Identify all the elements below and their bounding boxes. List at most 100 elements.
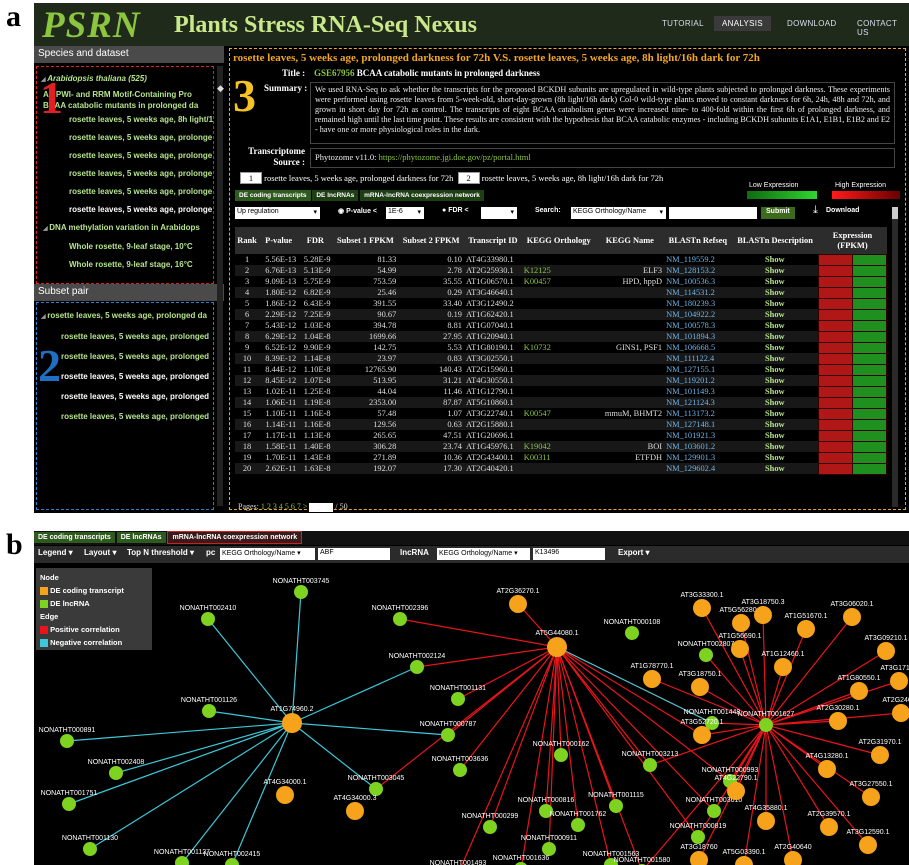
lncrna-field-select[interactable]: KEGG Orthology/Name ▾: [437, 548, 530, 560]
column-header[interactable]: KEGG Orthology: [521, 227, 596, 254]
lncrna-search-input[interactable]: K13496: [533, 548, 605, 560]
gse-link[interactable]: GSE67956: [314, 68, 355, 78]
show-button[interactable]: Show: [731, 265, 819, 276]
show-button[interactable]: Show: [731, 397, 819, 408]
tree-item[interactable]: Whole rosette, 9-leaf stage, 16°C: [37, 256, 213, 274]
table-row[interactable]: 7 5.43E-12 1.03E-8 394.78 8.81 AT1G07040.1 NM_…: [235, 319, 887, 332]
nav-download[interactable]: DOWNLOAD: [787, 19, 837, 28]
fdr-select[interactable]: ▾: [481, 207, 517, 219]
left-scrollbar[interactable]: [217, 66, 223, 506]
subset-item[interactable]: rosette leaves, 5 weeks age, prolonged: [37, 407, 213, 427]
table-row[interactable]: 9 6.52E-12 9.90E-9 142.75 5.53 AT1G80190.1 K10…: [235, 341, 887, 354]
table-row[interactable]: 15 1.10E-11 1.16E-8 57.48 1.07 AT3G22740.1 K00…: [235, 407, 887, 420]
show-button[interactable]: Show: [731, 419, 819, 430]
table-row[interactable]: 4 1.80E-12 6.82E-9 25.46 0.29 AT3G46640.1 NM_1…: [235, 286, 887, 299]
download-button[interactable]: Download: [826, 207, 859, 214]
pvalue-select[interactable]: 1E-6 ▾: [386, 207, 424, 219]
column-header[interactable]: FDR: [298, 227, 333, 254]
table-row[interactable]: 13 1.02E-11 1.25E-8 44.04 11.46 AT1G12790.1 NM…: [235, 385, 887, 398]
table-row[interactable]: 14 1.06E-11 1.19E-8 2353.00 87.87 AT5G10860.1…: [235, 396, 887, 409]
pvalue-filter[interactable]: ◉ P-value <: [338, 207, 377, 215]
tree-item[interactable]: ◢ Arabidopsis thaliana (525): [37, 70, 213, 89]
subset-item[interactable]: rosette leaves, 5 weeks age, prolonged: [37, 387, 213, 407]
tree-item[interactable]: rosette leaves, 5 weeks age, 8h light/1: [37, 111, 213, 129]
table-row[interactable]: 11 8.44E-12 1.10E-8 12765.90 140.43 AT2G15960…: [235, 363, 887, 376]
show-button[interactable]: Show: [731, 375, 819, 386]
column-header[interactable]: BLASTn Description: [731, 227, 819, 254]
tab-network[interactable]: mRNA-lncRNA coexpression network: [360, 190, 484, 201]
fdr-filter[interactable]: ● FDR <: [442, 207, 469, 214]
column-header[interactable]: Expression (FPKM): [818, 227, 887, 254]
column-header[interactable]: Rank: [235, 227, 260, 254]
export-menu[interactable]: Export ▾: [618, 548, 650, 557]
tree-item[interactable]: rosette leaves, 5 weeks age, prolonge: [37, 183, 213, 201]
tree-item[interactable]: Whole rosette, 9-leaf stage, 10°C: [37, 238, 213, 256]
show-button[interactable]: Show: [732, 430, 819, 441]
pc-search-input[interactable]: ABF: [318, 548, 390, 560]
phytozome-link[interactable]: https://phytozome.jgi.doe.gov/pz/portal.…: [379, 152, 531, 162]
column-header[interactable]: Subset 1 FPKM: [332, 227, 399, 254]
tab-de-coding[interactable]: DE coding transcripts: [235, 190, 311, 201]
tree-item[interactable]: ◢ DNA methylation variation in Arabidops: [37, 219, 213, 238]
table-row[interactable]: 1 5.56E-13 5.28E-9 81.33 0.10 AT4G33980.1 NM_1…: [235, 253, 887, 266]
show-button[interactable]: Show: [731, 309, 819, 320]
show-button[interactable]: Show: [732, 276, 819, 287]
tree-item[interactable]: rosette leaves, 5 weeks age, prolonge: [37, 201, 213, 219]
layout-menu[interactable]: Layout ▾: [84, 548, 116, 557]
submit-button[interactable]: Submit: [761, 207, 795, 219]
net-tab-de-lncrnas[interactable]: DE lncRNAs: [116, 532, 166, 543]
column-header[interactable]: P-value: [259, 227, 299, 254]
subset-item[interactable]: rosette leaves, 5 weeks age, prolonged: [37, 327, 213, 347]
column-header[interactable]: KEGG Name: [595, 227, 665, 254]
tree-item[interactable]: BCAA catabolic mutants in prolonged da: [37, 100, 213, 111]
table-row[interactable]: 19 1.70E-11 1.43E-8 271.89 10.36 AT2G43400.1 K…: [235, 451, 887, 464]
tree-item[interactable]: rosette leaves, 5 weeks age, prolonge: [37, 147, 213, 165]
tree-item[interactable]: rosette leaves, 5 weeks age, prolonge: [37, 129, 213, 147]
table-row[interactable]: 6 2.29E-12 7.25E-9 90.67 0.19 AT1G62420.1 NM_1…: [235, 308, 887, 321]
tree-item[interactable]: An PWI- and RRM Motif-Containing Pro: [37, 89, 213, 100]
tab-de-lncrnas[interactable]: DE lncRNAs: [312, 190, 359, 201]
show-button[interactable]: Show: [732, 452, 819, 463]
table-row[interactable]: 10 8.39E-12 1.14E-8 23.97 0.83 AT3G02550.1 NM_…: [235, 352, 887, 365]
network-graph[interactable]: NONATHT003745 NONATHT002410 NONATHT002396 N…: [34, 563, 909, 865]
show-button[interactable]: Show: [731, 441, 819, 452]
subset-item[interactable]: rosette leaves, 5 weeks age, prolonged: [37, 347, 213, 367]
show-button[interactable]: Show: [732, 342, 819, 353]
download-icon[interactable]: ⤓: [813, 204, 818, 217]
show-button[interactable]: Show: [731, 287, 819, 298]
table-row[interactable]: 16 1.14E-11 1.16E-8 129.56 0.63 AT2G15880.1 NM…: [235, 418, 887, 431]
tree-item[interactable]: rosette leaves, 5 weeks age, prolonge: [37, 165, 213, 183]
table-row[interactable]: 3 9.09E-13 5.75E-9 753.59 35.55 AT1G06570.1 K0…: [235, 275, 887, 288]
table-row[interactable]: 18 1.58E-11 1.40E-8 306.28 23.74 AT1G45976.1 K…: [235, 440, 887, 453]
show-button[interactable]: Show: [732, 320, 819, 331]
subset2-number[interactable]: 2: [457, 172, 480, 184]
column-header[interactable]: BLASTn Refseq: [664, 227, 732, 254]
legend-menu[interactable]: Legend ▾: [38, 548, 73, 557]
net-tab-network[interactable]: mRNA-lncRNA coexpression network: [167, 531, 303, 544]
show-button[interactable]: Show: [732, 298, 819, 309]
show-button[interactable]: Show: [731, 353, 819, 364]
collapse-arrow-icon[interactable]: ◆: [217, 84, 224, 94]
show-button[interactable]: Show: [732, 254, 819, 265]
table-row[interactable]: 12 8.45E-12 1.07E-8 513.95 31.21 AT4G30550.1 N…: [235, 374, 887, 387]
table-row[interactable]: 8 6.29E-12 1.04E-8 1699.66 27.95 AT1G20940.1 N…: [235, 330, 887, 343]
logo[interactable]: PSRN: [42, 4, 141, 47]
column-header[interactable]: Transcript ID: [463, 227, 522, 254]
show-button[interactable]: Show: [731, 331, 819, 342]
pc-field-select[interactable]: KEGG Orthology/Name ▾: [220, 548, 315, 560]
page-input[interactable]: [309, 502, 334, 512]
table-row[interactable]: 5 1.86E-12 6.43E-9 391.55 33.40 AT3G12490.2 NM…: [235, 297, 887, 310]
regulation-select[interactable]: Up regulation ▾: [235, 207, 320, 219]
search-input[interactable]: [669, 207, 757, 219]
subset-item[interactable]: rosette leaves, 5 weeks age, prolonged: [37, 367, 213, 387]
show-button[interactable]: Show: [732, 408, 819, 419]
topn-menu[interactable]: Top N threshold ▾: [127, 548, 194, 557]
search-field-select[interactable]: KEGG Orthology/Name ▾: [571, 207, 666, 219]
nav-contact-us[interactable]: CONTACT US: [857, 19, 909, 37]
table-row[interactable]: 2 6.76E-13 5.13E-9 54.99 2.78 AT2G25930.1 K121…: [235, 264, 887, 277]
net-tab-de-coding[interactable]: DE coding transcripts: [34, 532, 115, 543]
column-header[interactable]: Subset 2 FPKM: [398, 227, 464, 254]
table-row[interactable]: 17 1.17E-11 1.13E-8 265.65 47.51 AT1G20696.1 N…: [235, 429, 887, 442]
subset1-number[interactable]: 1: [240, 172, 262, 184]
show-button[interactable]: Show: [731, 463, 819, 474]
